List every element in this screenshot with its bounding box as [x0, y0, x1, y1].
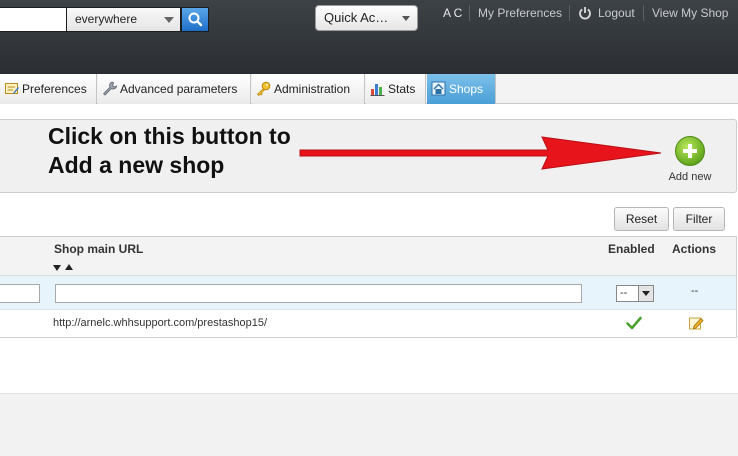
view-my-shop-link[interactable]: View My Shop — [652, 6, 728, 20]
search-icon — [188, 12, 203, 27]
callout-line-1: Click on this button to — [48, 123, 291, 149]
callout-line-2: Add a new shop — [48, 152, 225, 178]
chevron-down-icon — [402, 16, 410, 21]
separator — [469, 5, 470, 21]
separator — [569, 5, 570, 21]
chevron-down-icon — [164, 17, 174, 23]
filter-input-name[interactable] — [0, 284, 40, 303]
actions-filter-placeholder: -- — [691, 285, 699, 297]
preferences-icon — [5, 83, 19, 94]
page-footer-area — [0, 393, 738, 456]
add-new-label: Add new — [668, 171, 712, 183]
shops-table: Shop main URL Enabled Actions -- -- http… — [0, 236, 737, 338]
wrench-icon — [103, 81, 117, 96]
reset-button[interactable]: Reset — [614, 207, 669, 231]
table-row[interactable]: http://arnelc.whhsupport.com/prestashop1… — [0, 311, 736, 337]
sort-desc-icon[interactable] — [53, 265, 61, 271]
tab-advanced-parameters[interactable]: Advanced parameters — [98, 74, 251, 104]
tab-preferences[interactable]: Preferences — [0, 74, 97, 104]
tab-label: Administration — [274, 82, 351, 96]
search-scope-select[interactable]: everywhere — [66, 7, 181, 32]
tab-stats[interactable]: Stats — [366, 74, 426, 104]
search-scope-value: everywhere — [75, 12, 138, 26]
column-header-url: Shop main URL — [54, 242, 144, 256]
column-header-enabled: Enabled — [608, 242, 655, 256]
separator — [643, 5, 644, 21]
tab-label: Stats — [388, 82, 416, 96]
red-arrow-icon — [299, 136, 662, 170]
tab-administration[interactable]: Administration — [252, 74, 365, 104]
power-icon[interactable] — [578, 6, 592, 20]
quick-access-select[interactable]: Quick Ac… — [315, 5, 418, 31]
check-icon[interactable] — [626, 316, 642, 330]
tab-label: Preferences — [22, 82, 87, 96]
filter-row: -- -- — [0, 276, 736, 310]
filter-enabled-select[interactable]: -- — [616, 285, 654, 302]
plus-icon — [675, 136, 705, 166]
shop-url-cell: http://arnelc.whhsupport.com/prestashop1… — [53, 317, 268, 329]
chevron-down-icon — [638, 286, 653, 301]
tab-shops[interactable]: Shops — [427, 74, 496, 104]
table-header: Shop main URL Enabled Actions — [0, 237, 736, 276]
column-header-actions: Actions — [672, 242, 717, 256]
tab-label: Advanced parameters — [120, 82, 238, 96]
tab-label: Shops — [449, 82, 484, 96]
logout-link[interactable]: Logout — [598, 6, 635, 20]
filter-button[interactable]: Filter — [673, 207, 725, 231]
key-icon — [256, 81, 271, 96]
edit-pencil-icon[interactable] — [688, 315, 704, 331]
filter-enabled-value: -- — [620, 287, 628, 299]
quick-access-label: Quick Ac… — [324, 10, 389, 25]
search-input[interactable] — [0, 7, 66, 32]
bar-chart-icon — [370, 84, 385, 96]
search-button[interactable] — [181, 7, 209, 32]
top-header: everywhere Quick Ac… A C My Preferences … — [0, 0, 738, 74]
add-new-button[interactable]: Add new — [664, 136, 716, 183]
tutorial-callout: Click on this button to Add a new shop — [48, 122, 291, 180]
filter-input-url[interactable] — [55, 284, 582, 303]
main-tab-bar: Preferences Advanced parameters Administ… — [0, 74, 738, 104]
shop-icon — [431, 81, 446, 96]
sort-asc-icon[interactable] — [65, 264, 73, 270]
my-preferences-link[interactable]: My Preferences — [478, 6, 562, 20]
user-initials: A C — [443, 6, 463, 20]
